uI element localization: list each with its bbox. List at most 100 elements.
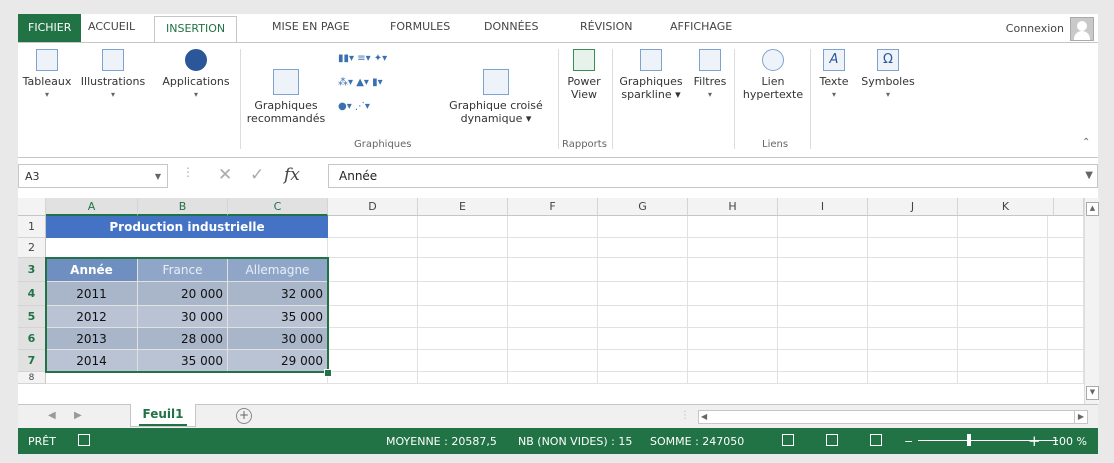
sparkline-line2: sparkline ▾ — [621, 88, 681, 101]
tab-insertion[interactable]: INSERTION — [154, 16, 238, 44]
column-header-a[interactable]: A — [46, 198, 138, 216]
tableaux-label: Tableaux — [22, 75, 72, 88]
page-layout-view-icon[interactable] — [826, 434, 838, 446]
filtres-button[interactable]: Filtres ▾ — [690, 49, 730, 101]
row-header-3[interactable]: 3 — [18, 258, 46, 282]
graphique-croise-button[interactable]: Graphique croisé dynamique ▾ — [444, 69, 548, 125]
column-header-g[interactable]: G — [598, 198, 688, 216]
row-header-5[interactable]: 5 — [18, 306, 46, 328]
tab-formules[interactable]: FORMULES — [390, 20, 450, 33]
tab-revision[interactable]: RÉVISION — [580, 20, 632, 33]
avatar[interactable] — [1070, 17, 1094, 41]
group-label-rapports: Rapports — [562, 139, 607, 150]
tab-fichier[interactable]: FICHIER — [18, 14, 82, 42]
zoom-level[interactable]: 100 % — [1052, 435, 1087, 448]
symboles-button[interactable]: Ω Symboles ▾ — [858, 49, 918, 101]
scroll-down-icon[interactable]: ▼ — [1086, 386, 1099, 400]
split-handle-icon[interactable]: ⋮ — [680, 410, 690, 421]
row-header-6[interactable]: 6 — [18, 328, 46, 350]
scatter-chart-icon[interactable]: ⁂▾ ▲▾ ▮▾ — [338, 77, 383, 88]
chevron-down-icon: ▾ — [44, 90, 49, 99]
graph-recommandes-line2: recommandés — [246, 112, 326, 125]
select-all-corner[interactable] — [18, 198, 46, 216]
graphiques-recommandes-button[interactable]: Graphiques recommandés — [244, 69, 328, 125]
sparkline-icon — [640, 49, 662, 71]
formula-buttons: ⋮ ✕ ✓ fx — [178, 164, 324, 188]
zoom-out-icon[interactable]: − — [904, 435, 913, 448]
row-header-8[interactable]: 8 — [18, 372, 46, 384]
row-header-2[interactable]: 2 — [18, 238, 46, 258]
column-header-b[interactable]: B — [138, 198, 228, 216]
normal-view-icon[interactable] — [782, 434, 794, 446]
macro-record-icon[interactable] — [78, 434, 90, 446]
selection-border — [45, 257, 329, 373]
scroll-up-icon[interactable]: ▲ — [1086, 202, 1099, 216]
tab-donnees[interactable]: DONNÉES — [484, 20, 538, 33]
hyperlink-icon — [762, 49, 784, 71]
applications-button[interactable]: Applications ▾ — [156, 49, 236, 101]
scroll-left-icon[interactable]: ◀ — [701, 411, 707, 423]
lien-line2: hypertexte — [742, 88, 804, 101]
status-ready: PRÊT — [28, 435, 56, 448]
ribbon: Tableaux ▾ Illustrations ▾ Applications … — [18, 42, 1098, 158]
fill-handle[interactable] — [324, 369, 332, 377]
lien-hypertexte-button[interactable]: Lien hypertexte — [740, 49, 806, 101]
sheet-tab-bar: ◀ ▶ Feuil1 + ⋮ ◀ ▶ — [18, 404, 1098, 429]
row-8-cells[interactable] — [46, 372, 328, 384]
illustrations-button[interactable]: Illustrations ▾ — [74, 49, 152, 101]
column-header-e[interactable]: E — [418, 198, 508, 216]
scroll-right-icon[interactable]: ▶ — [1074, 410, 1088, 424]
row-header-1[interactable]: 1 — [18, 216, 46, 238]
row-header-4[interactable]: 4 — [18, 282, 46, 306]
column-header-f[interactable]: F — [508, 198, 598, 216]
empty-cells[interactable] — [328, 216, 1084, 384]
column-header-d[interactable]: D — [328, 198, 418, 216]
expand-formula-icon[interactable]: ▼ — [1085, 165, 1093, 187]
prev-sheet-icon[interactable]: ◀ — [48, 410, 56, 421]
tab-affichage[interactable]: AFFICHAGE — [670, 20, 732, 33]
separator — [612, 49, 613, 149]
table-title-cell[interactable]: Production industrielle — [46, 216, 328, 238]
column-header-j[interactable]: J — [868, 198, 958, 216]
chevron-down-icon: ▾ — [885, 90, 890, 99]
column-header-c[interactable]: C — [228, 198, 328, 216]
add-sheet-icon[interactable]: + — [236, 408, 252, 424]
spreadsheet-grid: A B C D E F G H I J K 1 2 3 4 5 6 7 8 Pr… — [18, 198, 1099, 404]
collapse-ribbon-icon[interactable]: ⌃ — [1082, 137, 1090, 148]
texte-button[interactable]: A Texte ▾ — [814, 49, 854, 101]
sign-in-link[interactable]: Connexion — [1006, 22, 1064, 35]
status-sum: SOMME : 247050 — [650, 435, 745, 448]
name-box[interactable]: A3 ▼ — [18, 164, 168, 188]
cancel-icon[interactable]: ✕ — [218, 165, 232, 185]
fx-button[interactable]: fx — [284, 165, 300, 185]
lien-line1: Lien — [761, 75, 785, 88]
confirm-icon[interactable]: ✓ — [250, 165, 264, 185]
row-2-cells[interactable] — [46, 238, 328, 258]
page-break-view-icon[interactable] — [870, 434, 882, 446]
column-header-i[interactable]: I — [778, 198, 868, 216]
zoom-in-icon[interactable]: + — [1028, 432, 1041, 450]
omega-icon: Ω — [877, 49, 899, 71]
column-header-k[interactable]: K — [958, 198, 1054, 216]
sparkline-button[interactable]: Graphiques sparkline ▾ — [616, 49, 686, 101]
group-label-graphiques: Graphiques — [354, 139, 412, 150]
avatar-head — [1077, 21, 1087, 31]
row-header-7[interactable]: 7 — [18, 350, 46, 372]
formula-input[interactable]: Année ▼ — [328, 164, 1098, 188]
tableaux-button[interactable]: Tableaux ▾ — [22, 49, 72, 101]
power-view-button[interactable]: Power View — [562, 49, 606, 101]
chevron-down-icon: ▾ — [831, 90, 836, 99]
vertical-scrollbar[interactable]: ▲ ▼ — [1084, 198, 1099, 404]
group-label-liens: Liens — [762, 139, 789, 150]
zoom-slider-thumb[interactable] — [967, 434, 971, 446]
horizontal-scrollbar[interactable]: ◀ — [698, 410, 1086, 424]
tab-mise-en-page[interactable]: MISE EN PAGE — [272, 20, 350, 33]
next-sheet-icon[interactable]: ▶ — [74, 410, 82, 421]
pie-chart-icon[interactable]: ●▾ ⋰▾ — [338, 101, 370, 112]
bar-chart-icon[interactable]: ▮▮▾ ≡▾ ✦▾ — [338, 53, 387, 64]
texte-label: Texte — [819, 75, 849, 88]
column-header-h[interactable]: H — [688, 198, 778, 216]
sheet-tab-feuil1[interactable]: Feuil1 — [130, 404, 196, 427]
tab-accueil[interactable]: ACCUEIL — [88, 20, 135, 33]
filtres-label: Filtres — [693, 75, 727, 88]
